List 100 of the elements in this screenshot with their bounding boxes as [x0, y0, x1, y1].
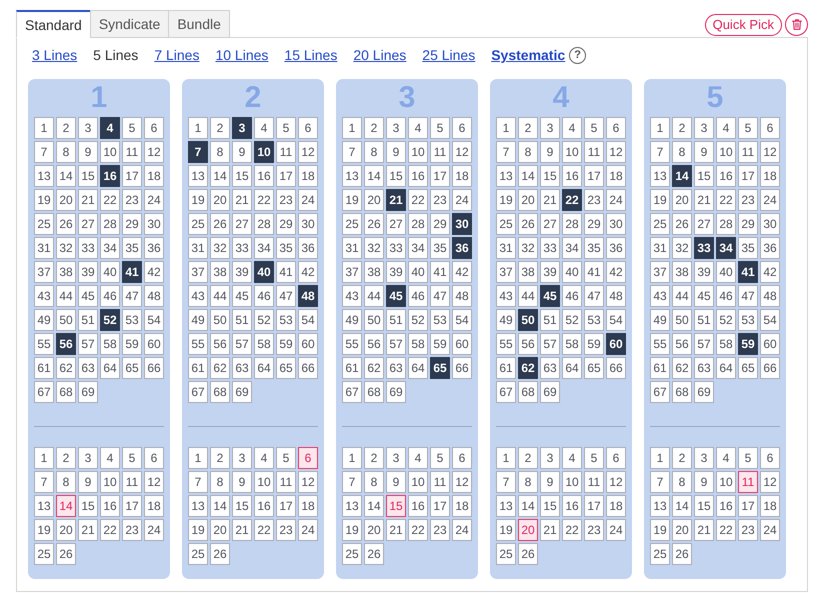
extra-number-button[interactable]: 20 — [672, 519, 692, 541]
extra-number-button[interactable]: 19 — [342, 519, 362, 541]
number-button[interactable]: 35 — [738, 237, 758, 259]
number-button[interactable]: 40 — [562, 261, 582, 283]
number-button[interactable]: 38 — [56, 261, 76, 283]
number-button[interactable]: 34 — [716, 237, 736, 259]
number-button[interactable]: 18 — [760, 165, 780, 187]
extra-number-button[interactable]: 1 — [650, 447, 670, 469]
number-button[interactable]: 15 — [232, 165, 252, 187]
number-button[interactable]: 21 — [78, 189, 98, 211]
number-button[interactable]: 41 — [276, 261, 296, 283]
number-button[interactable]: 60 — [606, 333, 626, 355]
number-button[interactable]: 59 — [430, 333, 450, 355]
number-button[interactable]: 53 — [738, 309, 758, 331]
number-button[interactable]: 64 — [562, 357, 582, 379]
number-button[interactable]: 35 — [430, 237, 450, 259]
number-button[interactable]: 34 — [100, 237, 120, 259]
number-button[interactable]: 33 — [386, 237, 406, 259]
number-button[interactable]: 66 — [298, 357, 318, 379]
tab[interactable]: Bundle — [168, 10, 230, 38]
extra-number-button[interactable]: 7 — [496, 471, 516, 493]
number-button[interactable]: 58 — [562, 333, 582, 355]
number-button[interactable]: 2 — [672, 117, 692, 139]
number-button[interactable]: 24 — [452, 189, 472, 211]
extra-number-button[interactable]: 3 — [540, 447, 560, 469]
number-button[interactable]: 62 — [210, 357, 230, 379]
number-button[interactable]: 12 — [606, 141, 626, 163]
extra-number-button[interactable]: 25 — [650, 543, 670, 565]
number-button[interactable]: 22 — [562, 189, 582, 211]
extra-number-button[interactable]: 6 — [760, 447, 780, 469]
extra-number-button[interactable]: 12 — [298, 471, 318, 493]
number-button[interactable]: 19 — [34, 189, 54, 211]
number-button[interactable]: 63 — [694, 357, 714, 379]
extra-number-button[interactable]: 8 — [518, 471, 538, 493]
number-button[interactable]: 6 — [144, 117, 164, 139]
line-count-option[interactable]: Systematic — [491, 46, 566, 64]
number-button[interactable]: 31 — [34, 237, 54, 259]
number-button[interactable]: 47 — [738, 285, 758, 307]
number-button[interactable]: 18 — [452, 165, 472, 187]
number-button[interactable]: 6 — [298, 117, 318, 139]
number-button[interactable]: 32 — [518, 237, 538, 259]
tab[interactable]: Standard — [16, 10, 91, 38]
number-button[interactable]: 60 — [760, 333, 780, 355]
number-button[interactable]: 22 — [716, 189, 736, 211]
extra-number-button[interactable]: 7 — [650, 471, 670, 493]
number-button[interactable]: 32 — [364, 237, 384, 259]
extra-number-button[interactable]: 26 — [518, 543, 538, 565]
number-button[interactable]: 55 — [188, 333, 208, 355]
number-button[interactable]: 45 — [78, 285, 98, 307]
number-button[interactable]: 33 — [78, 237, 98, 259]
number-button[interactable]: 45 — [694, 285, 714, 307]
extra-number-button[interactable]: 11 — [276, 471, 296, 493]
number-button[interactable]: 66 — [144, 357, 164, 379]
number-button[interactable]: 32 — [210, 237, 230, 259]
extra-number-button[interactable]: 20 — [210, 519, 230, 541]
line-count-option[interactable]: 20 Lines — [353, 46, 406, 64]
number-button[interactable]: 31 — [496, 237, 516, 259]
number-button[interactable]: 31 — [650, 237, 670, 259]
extra-number-button[interactable]: 9 — [694, 471, 714, 493]
number-button[interactable]: 42 — [144, 261, 164, 283]
extra-number-button[interactable]: 12 — [144, 471, 164, 493]
extra-number-button[interactable]: 1 — [496, 447, 516, 469]
extra-number-button[interactable]: 11 — [738, 471, 758, 493]
number-button[interactable]: 63 — [78, 357, 98, 379]
number-button[interactable]: 14 — [364, 165, 384, 187]
number-button[interactable]: 64 — [408, 357, 428, 379]
number-button[interactable]: 24 — [298, 189, 318, 211]
extra-number-button[interactable]: 23 — [430, 519, 450, 541]
number-button[interactable]: 29 — [738, 213, 758, 235]
number-button[interactable]: 40 — [716, 261, 736, 283]
number-button[interactable]: 24 — [606, 189, 626, 211]
number-button[interactable]: 58 — [716, 333, 736, 355]
extra-number-button[interactable]: 10 — [408, 471, 428, 493]
number-button[interactable]: 30 — [298, 213, 318, 235]
extra-number-button[interactable]: 23 — [122, 519, 142, 541]
extra-number-button[interactable]: 1 — [34, 447, 54, 469]
number-button[interactable]: 25 — [34, 213, 54, 235]
extra-number-button[interactable]: 12 — [606, 471, 626, 493]
extra-number-button[interactable]: 11 — [584, 471, 604, 493]
number-button[interactable]: 67 — [650, 381, 670, 403]
extra-number-button[interactable]: 10 — [100, 471, 120, 493]
number-button[interactable]: 29 — [584, 213, 604, 235]
number-button[interactable]: 16 — [562, 165, 582, 187]
extra-number-button[interactable]: 22 — [716, 519, 736, 541]
number-button[interactable]: 53 — [430, 309, 450, 331]
extra-number-button[interactable]: 22 — [562, 519, 582, 541]
number-button[interactable]: 32 — [56, 237, 76, 259]
quick-pick-button[interactable]: Quick Pick — [704, 14, 782, 36]
number-button[interactable]: 1 — [188, 117, 208, 139]
number-button[interactable]: 58 — [100, 333, 120, 355]
extra-number-button[interactable]: 26 — [364, 543, 384, 565]
extra-number-button[interactable]: 2 — [518, 447, 538, 469]
number-button[interactable]: 47 — [276, 285, 296, 307]
number-button[interactable]: 62 — [672, 357, 692, 379]
extra-number-button[interactable]: 5 — [122, 447, 142, 469]
extra-number-button[interactable]: 4 — [716, 447, 736, 469]
number-button[interactable]: 52 — [716, 309, 736, 331]
number-button[interactable]: 66 — [760, 357, 780, 379]
number-button[interactable]: 14 — [210, 165, 230, 187]
number-button[interactable]: 42 — [298, 261, 318, 283]
